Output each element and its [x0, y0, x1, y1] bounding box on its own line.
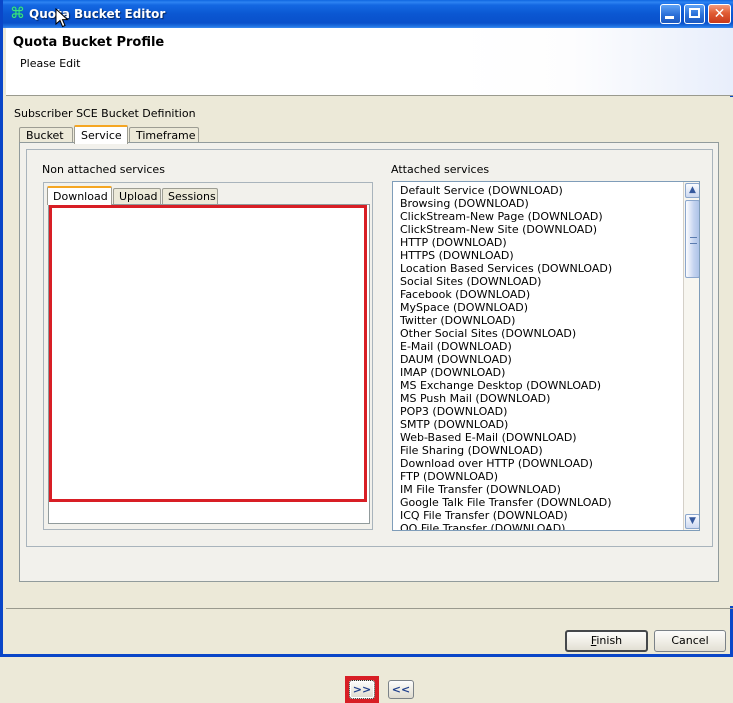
list-item[interactable]: E-Mail (DOWNLOAD) [400, 340, 681, 353]
minimize-icon [665, 16, 674, 19]
close-button[interactable]: ✕ [708, 4, 731, 24]
list-item[interactable]: File Sharing (DOWNLOAD) [400, 444, 681, 457]
cancel-button[interactable]: Cancel [654, 630, 726, 652]
list-item[interactable]: MS Exchange Desktop (DOWNLOAD) [400, 379, 681, 392]
list-item[interactable]: Social Sites (DOWNLOAD) [400, 275, 681, 288]
finish-label: inish [596, 634, 623, 647]
list-item[interactable]: POP3 (DOWNLOAD) [400, 405, 681, 418]
page-title: Quota Bucket Profile [13, 35, 165, 50]
list-item[interactable]: HTTPS (DOWNLOAD) [400, 249, 681, 262]
tab-upload[interactable]: Upload [113, 188, 161, 204]
list-item[interactable]: Location Based Services (DOWNLOAD) [400, 262, 681, 275]
list-item[interactable]: MySpace (DOWNLOAD) [400, 301, 681, 314]
finish-button[interactable]: Finish [565, 630, 648, 652]
services-frame: Non attached services Download Upload Se… [26, 149, 713, 547]
title-bar: ⌘ Quota Bucket Editor ✕ [3, 0, 733, 28]
list-item[interactable]: HTTP (DOWNLOAD) [400, 236, 681, 249]
tab-timeframe[interactable]: Timeframe [129, 127, 199, 143]
scroll-down-icon[interactable]: ▼ [685, 514, 699, 529]
non-attached-services-list[interactable] [49, 205, 367, 502]
list-item[interactable]: ClickStream-New Page (DOWNLOAD) [400, 210, 681, 223]
minimize-button[interactable] [660, 4, 681, 24]
list-item[interactable]: Twitter (DOWNLOAD) [400, 314, 681, 327]
scrollbar-thumb[interactable] [685, 200, 699, 278]
detach-button[interactable]: << [388, 680, 414, 699]
footer-separator [6, 608, 733, 609]
list-item[interactable]: SMTP (DOWNLOAD) [400, 418, 681, 431]
scroll-up-icon[interactable]: ▲ [685, 183, 699, 198]
app-icon: ⌘ [10, 4, 25, 22]
list-item[interactable]: FTP (DOWNLOAD) [400, 470, 681, 483]
list-item[interactable]: Default Service (DOWNLOAD) [400, 184, 681, 197]
attached-services-label: Attached services [391, 163, 490, 176]
close-icon: ✕ [713, 6, 726, 22]
window-title: Quota Bucket Editor [29, 7, 166, 21]
list-item[interactable]: Facebook (DOWNLOAD) [400, 288, 681, 301]
tab-bucket[interactable]: Bucket [19, 127, 73, 143]
list-item[interactable]: Other Social Sites (DOWNLOAD) [400, 327, 681, 340]
non-attached-services-group: Download Upload Sessions [43, 182, 373, 530]
list-item[interactable]: Google Talk File Transfer (DOWNLOAD) [400, 496, 681, 509]
list-item[interactable]: ClickStream-New Site (DOWNLOAD) [400, 223, 681, 236]
non-attached-services-label: Non attached services [42, 163, 165, 176]
tab-service[interactable]: Service [74, 125, 128, 144]
list-item[interactable]: IMAP (DOWNLOAD) [400, 366, 681, 379]
thumb-grip-icon [690, 237, 697, 244]
dialog-body: Subscriber SCE Bucket Definition Bucket … [6, 97, 733, 703]
list-item[interactable]: QQ File Transfer (DOWNLOAD) [400, 522, 681, 530]
tab-sessions[interactable]: Sessions [162, 188, 218, 204]
page-subtitle: Please Edit [20, 57, 81, 70]
attach-button-highlight: >> [345, 676, 379, 703]
attach-button[interactable]: >> [349, 680, 375, 699]
list-item[interactable]: Browsing (DOWNLOAD) [400, 197, 681, 210]
attached-services-list[interactable]: Default Service (DOWNLOAD) Browsing (DOWN… [393, 184, 681, 530]
list-item[interactable]: IM File Transfer (DOWNLOAD) [400, 483, 681, 496]
quota-bucket-editor-window: ⌘ Quota Bucket Editor ✕ Quota Bucket Pro… [0, 0, 733, 703]
list-item[interactable]: ICQ File Transfer (DOWNLOAD) [400, 509, 681, 522]
non-attached-list-container [48, 204, 370, 524]
mouse-cursor [55, 8, 69, 28]
maximize-icon [689, 8, 700, 18]
maximize-button[interactable] [684, 4, 705, 24]
tab-download[interactable]: Download [47, 186, 112, 205]
list-item[interactable]: DAUM (DOWNLOAD) [400, 353, 681, 366]
section-label: Subscriber SCE Bucket Definition [14, 107, 196, 120]
attached-list-container: Default Service (DOWNLOAD) Browsing (DOWN… [392, 181, 700, 531]
attached-list-scrollbar[interactable]: ▲ ▼ [683, 182, 699, 530]
list-item[interactable]: Download over HTTP (DOWNLOAD) [400, 457, 681, 470]
service-tab-panel: Non attached services Download Upload Se… [19, 142, 719, 703]
list-item[interactable]: Web-Based E-Mail (DOWNLOAD) [400, 431, 681, 444]
header-band: Quota Bucket Profile Please Edit [6, 28, 733, 96]
list-item[interactable]: MS Push Mail (DOWNLOAD) [400, 392, 681, 405]
